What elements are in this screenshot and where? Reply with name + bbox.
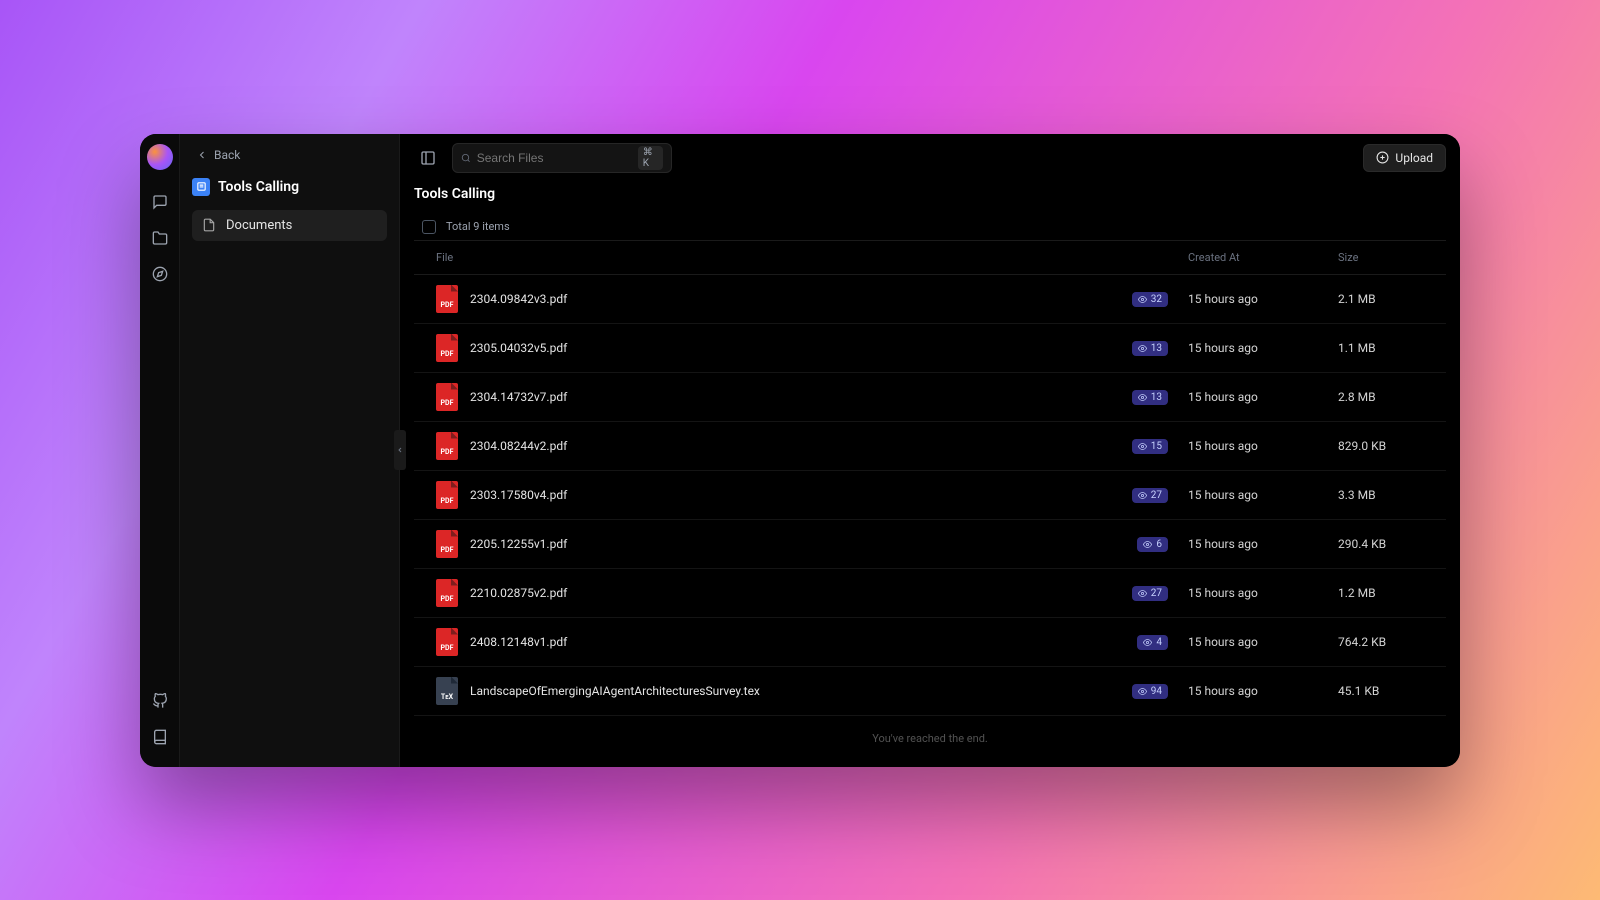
column-size: Size xyxy=(1338,251,1438,264)
file-row[interactable]: PDF 2304.08244v2.pdf 15 15 hours ago829.0 K… xyxy=(414,422,1446,471)
avatar[interactable] xyxy=(147,144,173,170)
file-row[interactable]: PDF 2303.17580v4.pdf 27 15 hours ago3.3 MB xyxy=(414,471,1446,520)
view-count-badge: 32 xyxy=(1132,292,1168,307)
pdf-file-icon: PDF xyxy=(436,579,458,607)
compass-icon[interactable] xyxy=(144,258,176,290)
search-shortcut: ⌘ K xyxy=(638,146,663,170)
created-at: 15 hours ago xyxy=(1188,684,1338,698)
file-name: LandscapeOfEmergingAIAgentArchitecturesS… xyxy=(470,684,760,698)
created-at: 15 hours ago xyxy=(1188,488,1338,502)
tex-file-icon: TᴇX xyxy=(436,677,458,705)
collapse-handle[interactable] xyxy=(394,430,406,470)
end-of-list: You've reached the end. xyxy=(414,716,1446,761)
back-button[interactable]: Back xyxy=(192,146,387,164)
column-file: File xyxy=(422,251,1118,264)
summary-row: Total 9 items xyxy=(414,214,1446,241)
pdf-file-icon: PDF xyxy=(436,285,458,313)
search-box[interactable]: ⌘ K xyxy=(452,143,672,173)
file-name: 2303.17580v4.pdf xyxy=(470,488,567,502)
created-at: 15 hours ago xyxy=(1188,635,1338,649)
file-size: 2.1 MB xyxy=(1338,292,1438,306)
pdf-file-icon: PDF xyxy=(436,530,458,558)
panel-toggle-icon[interactable] xyxy=(414,144,442,172)
created-at: 15 hours ago xyxy=(1188,341,1338,355)
file-size: 1.1 MB xyxy=(1338,341,1438,355)
file-size: 45.1 KB xyxy=(1338,684,1438,698)
file-row[interactable]: PDF 2408.12148v1.pdf 4 15 hours ago764.2 KB xyxy=(414,618,1446,667)
created-at: 15 hours ago xyxy=(1188,390,1338,404)
topbar: ⌘ K Upload xyxy=(400,134,1460,182)
pdf-file-icon: PDF xyxy=(436,334,458,362)
chat-icon[interactable] xyxy=(144,186,176,218)
sidebar-item-documents[interactable]: Documents xyxy=(192,210,387,241)
sidebar-title: Tools Calling xyxy=(218,179,299,195)
file-row[interactable]: PDF 2205.12255v1.pdf 6 15 hours ago290.4 KB xyxy=(414,520,1446,569)
file-name: 2304.09842v3.pdf xyxy=(470,292,567,306)
view-count-badge: 27 xyxy=(1132,586,1168,601)
search-icon xyxy=(461,152,471,164)
created-at: 15 hours ago xyxy=(1188,586,1338,600)
created-at: 15 hours ago xyxy=(1188,292,1338,306)
pdf-file-icon: PDF xyxy=(436,432,458,460)
back-label: Back xyxy=(214,148,240,162)
app-window: Back Tools Calling Documents ⌘ K xyxy=(140,134,1460,767)
select-all-checkbox[interactable] xyxy=(422,220,436,234)
total-items-label: Total 9 items xyxy=(446,220,510,233)
folder-icon[interactable] xyxy=(144,222,176,254)
file-row[interactable]: PDF 2210.02875v2.pdf 27 15 hours ago1.2 MB xyxy=(414,569,1446,618)
pdf-file-icon: PDF xyxy=(436,383,458,411)
view-count-badge: 13 xyxy=(1132,390,1168,405)
view-count-badge: 94 xyxy=(1132,684,1168,699)
upload-label: Upload xyxy=(1395,151,1433,165)
upload-button[interactable]: Upload xyxy=(1363,144,1446,172)
file-size: 1.2 MB xyxy=(1338,586,1438,600)
table-header: File Created At Size xyxy=(414,241,1446,275)
sidebar-item-label: Documents xyxy=(226,218,292,233)
file-name: 2205.12255v1.pdf xyxy=(470,537,567,551)
file-row[interactable]: PDF 2304.09842v3.pdf 32 15 hours ago2.1 MB xyxy=(414,275,1446,324)
file-size: 829.0 KB xyxy=(1338,439,1438,453)
created-at: 15 hours ago xyxy=(1188,439,1338,453)
file-row[interactable]: PDF 2304.14732v7.pdf 13 15 hours ago2.8 MB xyxy=(414,373,1446,422)
sidebar-title-row: Tools Calling xyxy=(192,178,387,196)
github-icon[interactable] xyxy=(144,685,176,717)
file-row[interactable]: TᴇX LandscapeOfEmergingAIAgentArchitectur… xyxy=(414,667,1446,716)
view-count-badge: 15 xyxy=(1132,439,1168,454)
view-count-badge: 4 xyxy=(1137,635,1168,650)
page-title: Tools Calling xyxy=(414,186,1446,202)
file-size: 764.2 KB xyxy=(1338,635,1438,649)
file-name: 2305.04032v5.pdf xyxy=(470,341,567,355)
file-list: PDF2304.09842v3.pdf3215 hours ago2.1 MBP… xyxy=(414,275,1446,716)
book-icon[interactable] xyxy=(144,721,176,753)
view-count-badge: 13 xyxy=(1132,341,1168,356)
content: Tools Calling Total 9 items File Created… xyxy=(400,182,1460,767)
file-size: 2.8 MB xyxy=(1338,390,1438,404)
file-name: 2304.08244v2.pdf xyxy=(470,439,567,453)
pdf-file-icon: PDF xyxy=(436,628,458,656)
column-created: Created At xyxy=(1188,251,1338,264)
file-name: 2304.14732v7.pdf xyxy=(470,390,567,404)
pdf-file-icon: PDF xyxy=(436,481,458,509)
file-name: 2210.02875v2.pdf xyxy=(470,586,567,600)
file-name: 2408.12148v1.pdf xyxy=(470,635,567,649)
view-count-badge: 27 xyxy=(1132,488,1168,503)
icon-rail xyxy=(140,134,180,767)
file-size: 290.4 KB xyxy=(1338,537,1438,551)
main-panel: ⌘ K Upload Tools Calling Total 9 items F… xyxy=(400,134,1460,767)
knowledge-base-icon xyxy=(192,178,210,196)
created-at: 15 hours ago xyxy=(1188,537,1338,551)
search-input[interactable] xyxy=(477,151,632,165)
file-size: 3.3 MB xyxy=(1338,488,1438,502)
file-row[interactable]: PDF 2305.04032v5.pdf 13 15 hours ago1.1 MB xyxy=(414,324,1446,373)
upload-icon xyxy=(1376,151,1389,164)
document-icon xyxy=(202,218,216,232)
view-count-badge: 6 xyxy=(1137,537,1168,552)
sidebar: Back Tools Calling Documents xyxy=(180,134,400,767)
